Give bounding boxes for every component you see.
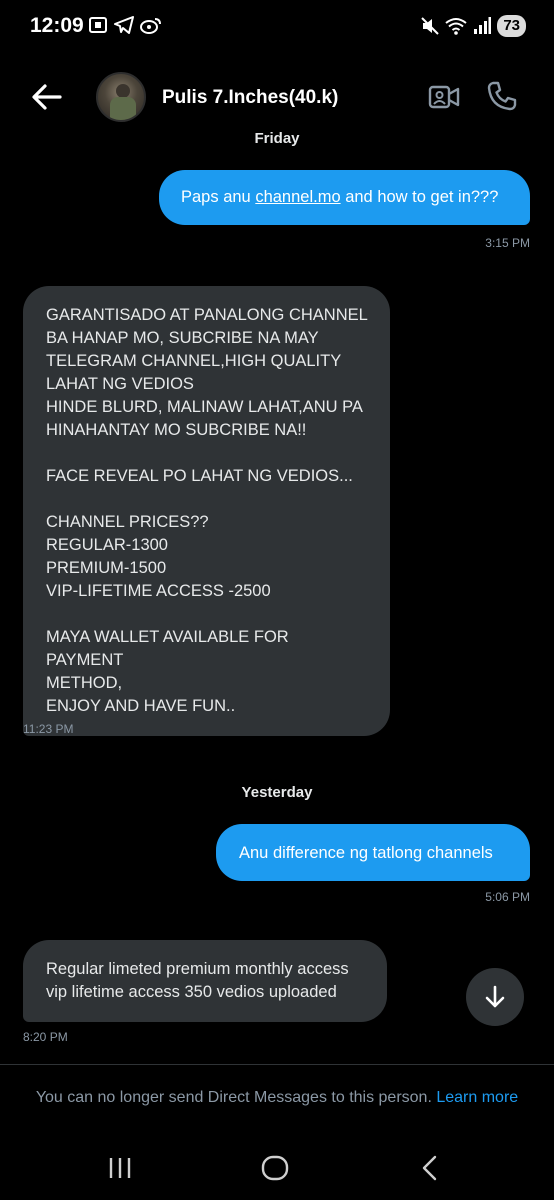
video-call-icon[interactable]	[428, 82, 460, 112]
date-separator-friday: Friday	[254, 130, 300, 147]
learn-more-link[interactable]: Learn more	[436, 1089, 518, 1106]
message-thread[interactable]: Friday Paps anu channel.mo and how to ge…	[0, 120, 554, 1064]
system-nav-bar	[0, 1131, 554, 1200]
back-arrow-icon[interactable]	[30, 80, 64, 114]
dm-restricted-notice: You can no longer send Direct Messages t…	[0, 1065, 554, 1131]
mute-icon	[421, 17, 440, 35]
message-timestamp: 3:15 PM	[485, 236, 530, 250]
message-outgoing[interactable]: Anu difference ng tatlong channels	[216, 824, 530, 881]
phone-icon[interactable]	[486, 80, 518, 112]
notice-text: You can no longer send Direct Messages t…	[35, 1089, 432, 1106]
status-right-icons: 73	[421, 15, 526, 37]
message-incoming[interactable]: GARANTISADO AT PANALONG CHANNEL BA HANAP…	[23, 286, 390, 736]
avatar[interactable]	[96, 72, 146, 122]
battery-badge: 73	[497, 15, 526, 37]
message-text: and how to get in???	[340, 188, 499, 206]
message-outgoing[interactable]: Paps anu channel.mo and how to get in???	[159, 170, 530, 225]
message-link[interactable]: channel.mo	[255, 188, 340, 206]
nav-back-icon	[422, 1155, 437, 1181]
screenshot-icon	[89, 17, 107, 33]
message-timestamp: 11:23 PM	[23, 722, 74, 736]
home-button[interactable]	[255, 1153, 295, 1183]
status-left-icons	[88, 16, 162, 34]
contact-name[interactable]: Pulis 7.Inches(40.k)	[162, 87, 338, 109]
message-text: Paps anu	[181, 188, 256, 206]
status-time: 12:09	[30, 14, 84, 37]
scroll-to-bottom-button[interactable]	[466, 968, 524, 1026]
message-incoming[interactable]: Regular limeted premium monthly access v…	[23, 940, 387, 1022]
date-separator-yesterday: Yesterday	[241, 784, 313, 801]
nav-back-button[interactable]	[410, 1153, 450, 1183]
telegram-icon	[114, 16, 134, 34]
message-timestamp: 8:20 PM	[23, 1030, 68, 1044]
weibo-icon	[140, 18, 161, 34]
recents-button[interactable]	[100, 1153, 140, 1183]
signal-icon	[474, 17, 492, 34]
status-bar: 12:09 73	[0, 0, 554, 56]
recents-icon	[109, 1158, 131, 1178]
home-icon	[261, 1155, 289, 1181]
arrow-down-icon	[485, 985, 505, 1008]
message-timestamp: 5:06 PM	[485, 890, 530, 904]
wifi-icon	[445, 18, 467, 35]
